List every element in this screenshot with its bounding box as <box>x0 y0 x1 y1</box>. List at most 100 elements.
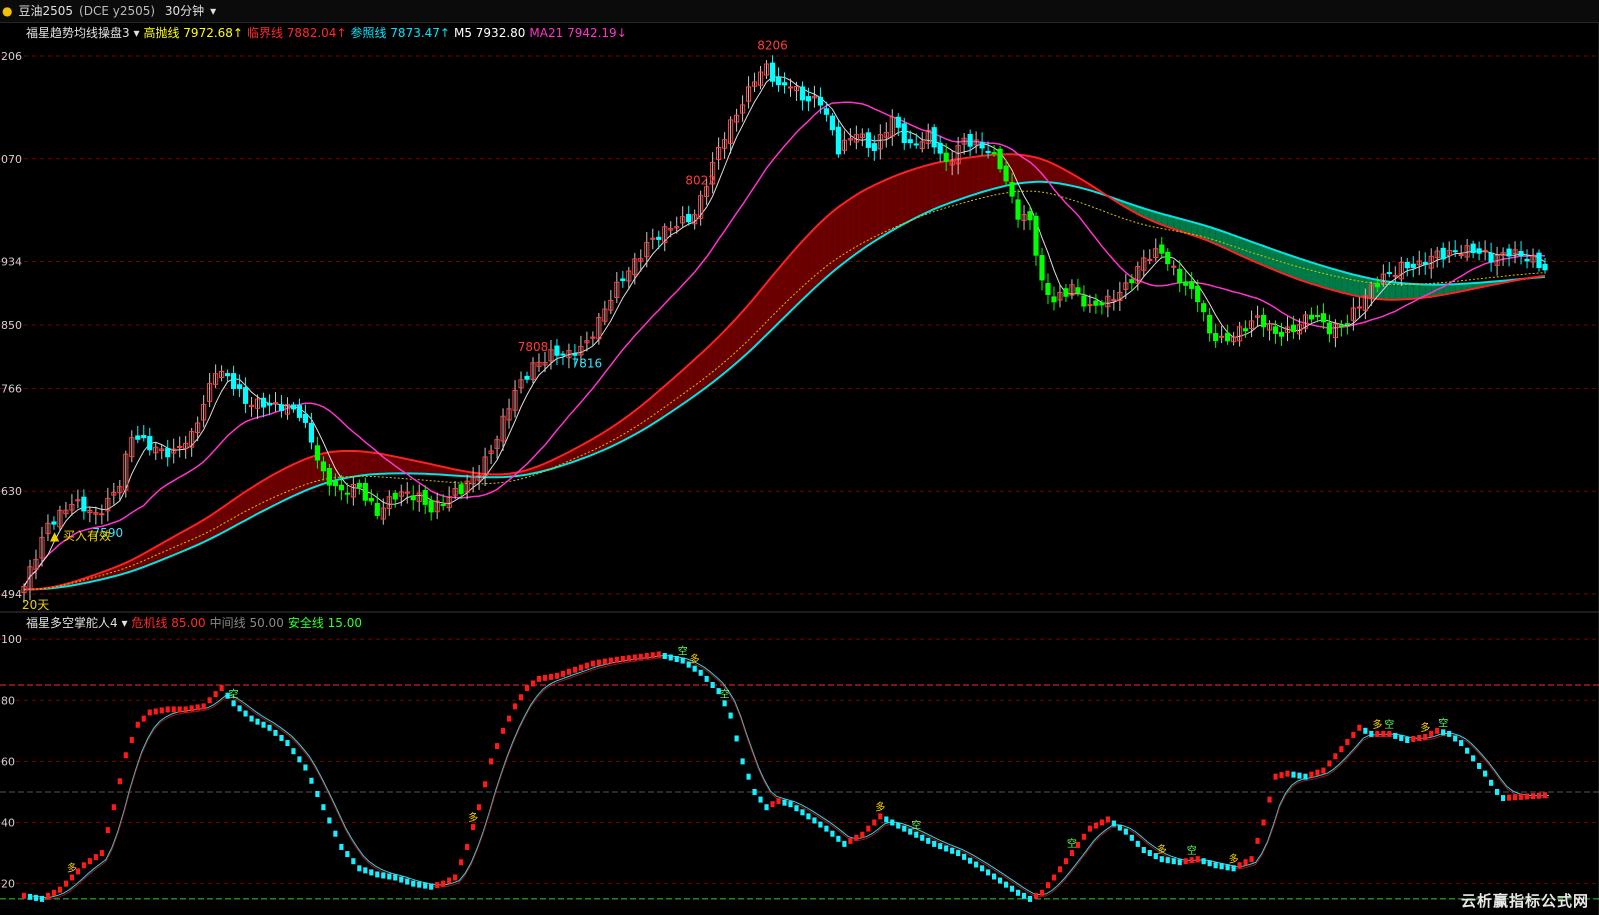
oscillator-bar <box>1518 793 1524 800</box>
period-selector[interactable]: 30分钟 ▾ <box>165 4 222 18</box>
trend-band-segment <box>910 168 917 221</box>
oscillator-bar <box>1465 747 1470 754</box>
candle-body <box>554 345 560 356</box>
oscillator-bar <box>411 880 416 887</box>
oscillator-bar <box>1183 858 1188 865</box>
oscillator-bar <box>1273 773 1278 780</box>
oscillator-bar <box>938 843 943 850</box>
candle-body <box>901 123 907 143</box>
oscillator-bar <box>572 666 578 673</box>
oscillator-bar <box>824 825 829 832</box>
candle-body <box>1027 211 1033 221</box>
trend-band-segment <box>407 459 414 474</box>
candle-body <box>326 467 332 486</box>
candle-body <box>943 152 949 162</box>
sub-y-tick-label: 40 <box>1 817 15 830</box>
candle-body <box>177 446 183 449</box>
oscillator-bar <box>1405 737 1410 743</box>
candle-body <box>787 86 794 89</box>
oscillator-bar <box>1530 793 1536 800</box>
symbol-name[interactable]: 豆油2505 <box>18 4 73 18</box>
oscillator-bar <box>387 873 392 880</box>
oscillator-bar <box>69 874 75 881</box>
oscillator-bar <box>195 704 200 711</box>
oscillator-bar <box>255 718 260 725</box>
indicator-name[interactable]: 福星多空掌舵人4 ▾ <box>26 616 127 630</box>
oscillator-bar <box>728 712 733 719</box>
oscillator-bar <box>159 707 164 714</box>
oscillator-bar <box>1512 794 1518 801</box>
trend-band-segment <box>688 359 695 400</box>
trend-band-segment <box>856 191 863 254</box>
oscillator-bar <box>794 805 799 812</box>
oscillator-bar <box>207 697 212 704</box>
main-indicator-legend[interactable]: 福星趋势均线操盘3 ▾ 高抛线 7972.68↑ 临界线 7882.04↑ 参照线 7… <box>26 24 631 41</box>
oscillator-bar <box>650 652 655 659</box>
oscillator-bar <box>327 817 332 824</box>
oscillator-bar <box>231 700 236 707</box>
oscillator-bar <box>465 843 470 850</box>
long-marker: 多 <box>1229 852 1239 865</box>
candle-body <box>392 492 398 500</box>
candle-body <box>458 484 464 495</box>
candle-body <box>428 500 434 513</box>
price-chart-canvas[interactable]: 2060709348507666304948206780875907816802… <box>0 0 1599 915</box>
candle-body <box>560 353 566 356</box>
oscillator-bar <box>1333 753 1338 760</box>
oscillator-bar <box>974 861 979 868</box>
candle-body <box>1087 304 1093 307</box>
oscillator-bar <box>680 657 685 664</box>
oscillator-bar <box>105 827 110 834</box>
oscillator-bar <box>1357 724 1362 731</box>
y-tick-label: 850 <box>1 319 22 332</box>
trend-band-segment <box>1012 154 1019 185</box>
oscillator-bar <box>950 847 955 854</box>
indicator-name[interactable]: 福星趋势均线操盘3 ▾ <box>26 26 139 40</box>
candle-body <box>230 373 237 389</box>
sub-indicator-legend[interactable]: 福星多空掌舵人4 ▾ 危机线 85.00 中间线 50.00 安全线 15.00 <box>26 614 366 631</box>
chart-header: ● 豆油2505 (DCE y2505) 30分钟 ▾ <box>0 0 1599 23</box>
candle-body <box>1314 315 1321 318</box>
oscillator-bar <box>1111 820 1116 827</box>
candle-body <box>344 492 350 495</box>
candle-body <box>1440 247 1446 260</box>
oscillator-bar <box>1279 772 1284 779</box>
oscillator-bar <box>351 858 356 865</box>
oscillator-bar <box>453 874 458 881</box>
trend-band-segment <box>934 162 941 210</box>
indicator-value-2: 参照线 7873.47↑ <box>350 26 450 40</box>
oscillator-bar <box>1261 819 1266 826</box>
price-annotation: 8206 <box>757 38 788 52</box>
candle-body <box>1207 314 1213 334</box>
candle-body <box>260 397 267 408</box>
indicator-value-3: M5 7932.80 <box>453 26 526 40</box>
oscillator-bar <box>219 685 224 692</box>
trend-band-segment <box>946 160 953 205</box>
trend-band-segment <box>736 311 743 363</box>
candle-body <box>1386 272 1392 275</box>
range-label: 20天 <box>22 598 50 612</box>
oscillator-bar <box>291 748 296 755</box>
oscillator-bar <box>1369 730 1374 737</box>
oscillator-bar <box>1105 816 1110 823</box>
oscillator-bar <box>500 727 506 734</box>
oscillator-bar <box>1375 730 1380 737</box>
trend-band-segment <box>952 159 959 203</box>
short-marker: 空 <box>229 687 239 700</box>
candle-body <box>686 214 692 223</box>
oscillator-bar <box>782 799 787 806</box>
indicator-value-0: 危机线 85.00 <box>131 616 206 630</box>
oscillator-bar <box>1441 729 1446 736</box>
trend-band-segment <box>1347 272 1354 296</box>
oscillator-bar <box>1087 825 1092 832</box>
candle-body <box>775 77 782 86</box>
oscillator-bar <box>1477 762 1482 769</box>
oscillator-bar <box>1123 828 1128 835</box>
candle-body <box>1242 328 1249 332</box>
trend-band-segment <box>976 155 983 194</box>
oscillator-bar <box>1483 770 1488 777</box>
short-marker: 空 <box>1384 718 1394 731</box>
candle-body <box>1189 281 1195 289</box>
oscillator-bar <box>417 881 422 888</box>
candle-body <box>1033 215 1039 256</box>
